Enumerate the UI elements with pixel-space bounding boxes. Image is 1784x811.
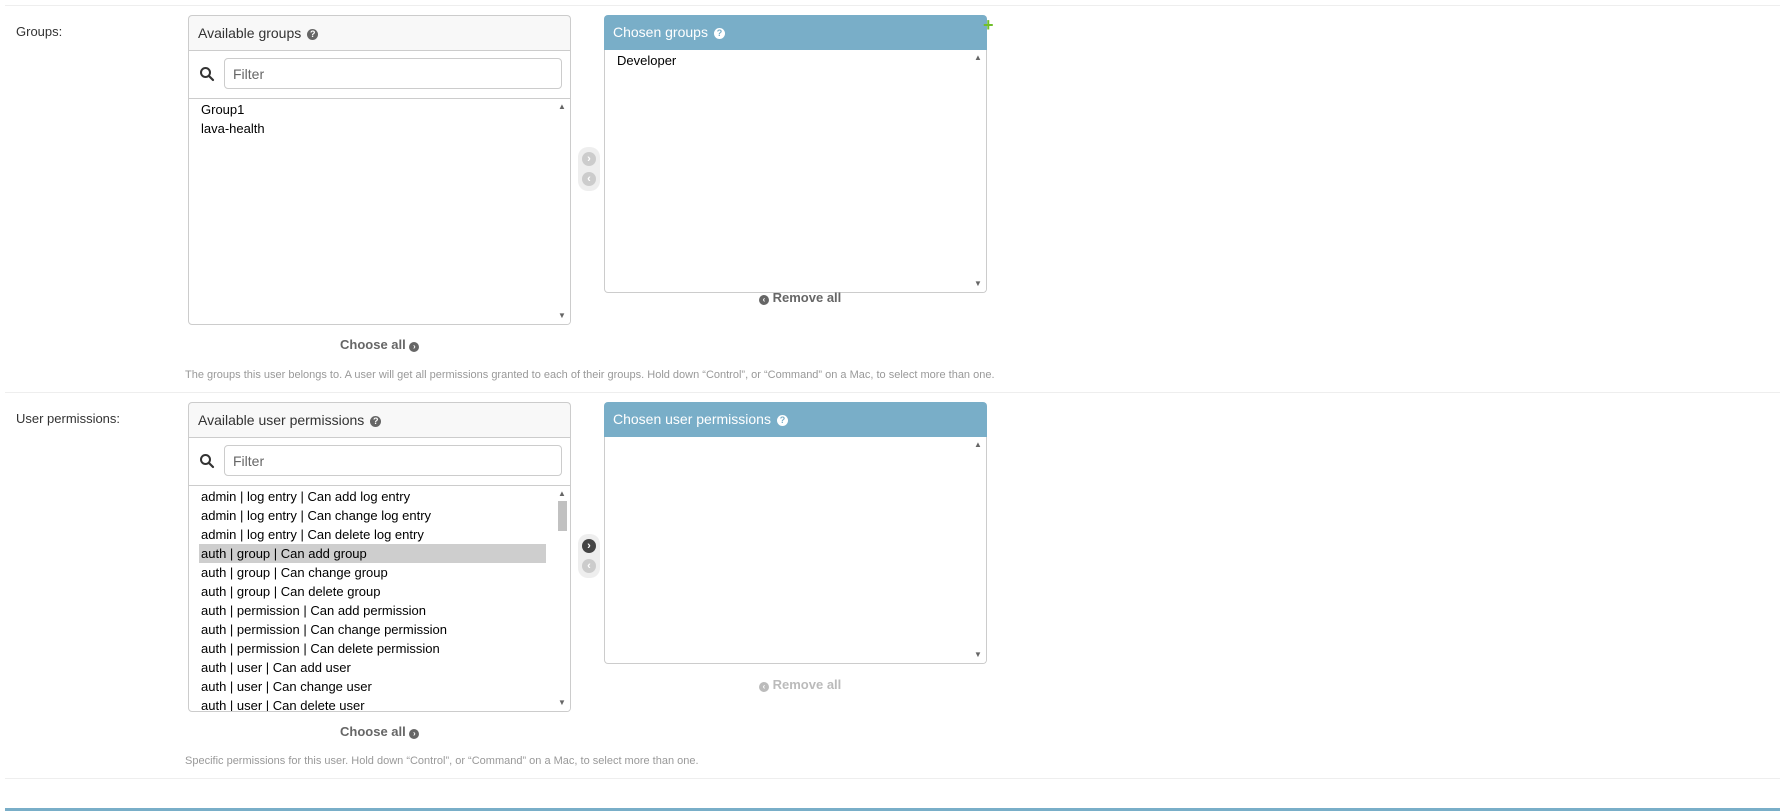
available-groups-header: Available groups? — [188, 15, 571, 50]
scroll-down-arrow[interactable]: ▼ — [558, 312, 566, 320]
groups-selector-chooser: › ‹ — [578, 147, 600, 191]
groups-label: Groups: — [16, 24, 63, 39]
list-item[interactable]: auth | permission | Can change permissio… — [199, 620, 546, 639]
search-icon — [200, 454, 215, 469]
chevron-left-icon: ‹ — [759, 295, 769, 305]
chevron-right-icon: › — [409, 729, 420, 739]
permissions-remove-all-link[interactable]: ‹ Remove all — [759, 677, 841, 692]
list-item[interactable]: auth | group | Can change group — [199, 563, 546, 582]
chosen-groups-title: Chosen groups — [613, 24, 708, 40]
remove-selected-button[interactable]: ‹ — [582, 559, 596, 573]
scroll-down-arrow[interactable]: ▼ — [974, 280, 982, 288]
chosen-permissions-box: Chosen user permissions? ▲ ▼ — [604, 402, 987, 664]
available-permissions-scrollbar[interactable]: ▲ ▼ — [555, 486, 570, 711]
available-groups-title: Available groups — [198, 25, 302, 41]
permissions-choose-all-link[interactable]: Choose all › — [340, 724, 420, 739]
list-item[interactable]: Developer — [615, 51, 962, 70]
remove-selected-button[interactable]: ‹ — [582, 172, 596, 186]
list-item[interactable]: auth | permission | Can add permission — [199, 601, 546, 620]
permissions-filter-input[interactable] — [224, 445, 562, 476]
list-item[interactable]: auth | group | Can delete group — [199, 582, 546, 601]
available-groups-list[interactable]: Group1 lava-health ▲ ▼ — [188, 98, 571, 325]
chosen-permissions-scrollbar[interactable]: ▲ ▼ — [971, 437, 986, 663]
groups-help-text: The groups this user belongs to. A user … — [185, 369, 995, 381]
remove-all-label: Remove all — [772, 677, 842, 692]
search-icon — [200, 67, 215, 82]
groups-filter-input[interactable] — [224, 58, 562, 89]
chosen-permissions-title: Chosen user permissions — [613, 411, 771, 427]
help-icon[interactable]: ? — [307, 29, 319, 40]
choose-all-label: Choose all — [340, 337, 406, 352]
permissions-filter-row — [188, 437, 571, 485]
chevron-left-icon: ‹ — [759, 682, 769, 692]
help-icon[interactable]: ? — [776, 415, 788, 426]
list-item[interactable]: auth | user | Can add user — [199, 658, 546, 677]
chosen-permissions-list[interactable]: ▲ ▼ — [604, 437, 987, 664]
add-selected-button[interactable]: › — [582, 152, 596, 166]
list-item[interactable]: lava-health — [199, 119, 546, 138]
groups-remove-all-link[interactable]: ‹ Remove all — [759, 290, 841, 305]
permissions-help-text: Specific permissions for this user. Hold… — [185, 755, 699, 767]
permissions-selector-chooser: › ‹ — [578, 534, 600, 578]
available-permissions-header: Available user permissions? — [188, 402, 571, 437]
groups-choose-all-link[interactable]: Choose all › — [340, 337, 420, 352]
available-permissions-title: Available user permissions — [198, 412, 365, 428]
chosen-permissions-header: Chosen user permissions? — [604, 402, 987, 437]
list-item[interactable]: auth | user | Can delete user — [199, 696, 546, 711]
top-divider — [5, 5, 1780, 6]
user-permissions-label: User permissions: — [16, 411, 121, 426]
list-item[interactable]: auth | permission | Can delete permissio… — [199, 639, 546, 658]
list-item[interactable]: auth | group | Can add group — [199, 544, 546, 563]
chosen-groups-list[interactable]: Developer ▲ ▼ — [604, 50, 987, 293]
chosen-groups-scrollbar[interactable]: ▲ ▼ — [971, 50, 986, 292]
groups-filter-row — [188, 50, 571, 98]
add-group-plus-icon[interactable]: + — [983, 16, 994, 34]
list-item[interactable]: admin | log entry | Can add log entry — [199, 487, 546, 506]
scrollbar-thumb[interactable] — [558, 501, 567, 531]
list-item[interactable]: auth | user | Can change user — [199, 677, 546, 696]
scroll-up-arrow[interactable]: ▲ — [974, 441, 982, 449]
available-permissions-list[interactable]: admin | log entry | Can add log entry adm… — [188, 485, 571, 712]
list-item[interactable]: admin | log entry | Can delete log entry — [199, 525, 546, 544]
choose-all-label: Choose all — [340, 724, 406, 739]
chosen-groups-header: Chosen groups? — [604, 15, 987, 50]
scroll-down-arrow[interactable]: ▼ — [558, 699, 566, 707]
scroll-down-arrow[interactable]: ▼ — [974, 651, 982, 659]
row-divider — [5, 778, 1780, 779]
row-divider — [5, 392, 1780, 393]
add-selected-button[interactable]: › — [582, 539, 596, 553]
list-item[interactable]: Group1 — [199, 100, 546, 119]
available-groups-box: Available groups? Group1lava-health ▲ ▼ — [188, 15, 571, 325]
available-permissions-box: Available user permissions? admin | log … — [188, 402, 571, 712]
scroll-up-arrow[interactable]: ▲ — [558, 103, 566, 111]
remove-all-label: Remove all — [772, 290, 842, 305]
scroll-up-arrow[interactable]: ▲ — [558, 490, 566, 498]
list-item[interactable]: admin | log entry | Can change log entry — [199, 506, 546, 525]
chevron-right-icon: › — [409, 342, 420, 352]
scroll-up-arrow[interactable]: ▲ — [974, 54, 982, 62]
available-groups-scrollbar[interactable]: ▲ ▼ — [555, 99, 570, 324]
help-icon[interactable]: ? — [370, 416, 382, 427]
chosen-groups-box: Chosen groups? Developer ▲ ▼ — [604, 15, 987, 293]
help-icon[interactable]: ? — [713, 28, 725, 39]
